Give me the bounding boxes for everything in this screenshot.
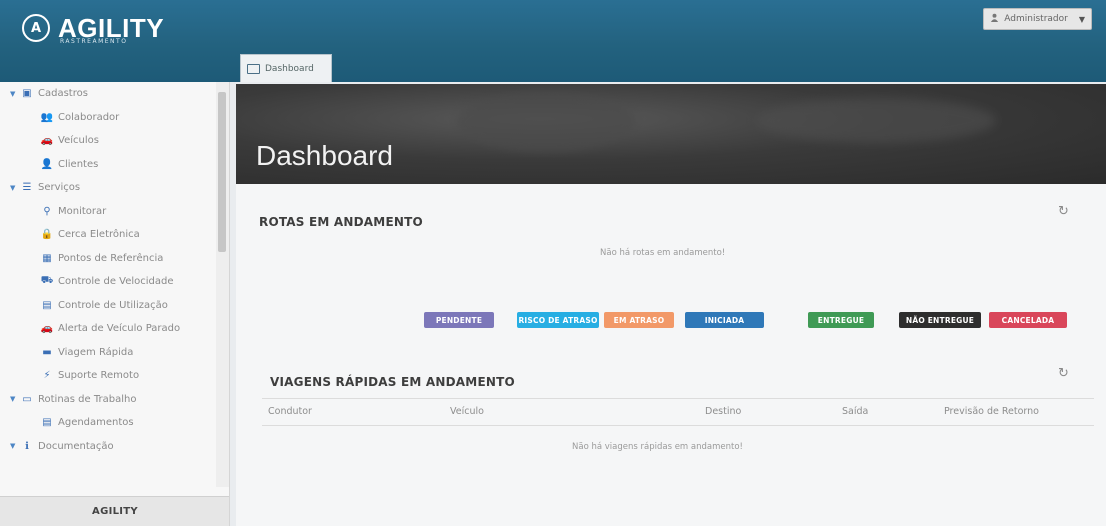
chevron-down-icon: ▼	[10, 89, 16, 98]
sidebar-item[interactable]: ⚲ Monitorar	[0, 200, 215, 224]
sidebar-item-label: Alerta de Veículo Parado	[58, 323, 181, 335]
sidebar-item-label: Suporte Remoto	[58, 370, 140, 382]
refresh-icon[interactable]: ↻	[1058, 366, 1069, 381]
sidebar-item[interactable]: ⚡ Suporte Remoto	[0, 364, 215, 388]
car-icon: 🚗	[40, 135, 54, 147]
sidebar-item-label: Colaborador	[58, 111, 120, 123]
page-banner: Dashboard	[236, 84, 1106, 184]
info-icon: ℹ	[25, 440, 29, 452]
sidebar-item[interactable]: 🚗 Veículos	[0, 129, 215, 153]
chevron-down-icon: ▼	[1078, 14, 1085, 24]
logo-subtitle: RASTREAMENTO	[60, 38, 128, 45]
building-icon: ▦	[42, 252, 52, 264]
tab-label: Dashboard	[265, 63, 314, 74]
tab-dashboard[interactable]: Dashboard	[240, 54, 332, 82]
sidebar-scrollbar[interactable]	[216, 82, 229, 487]
sidebar-item-label: Documentação	[38, 440, 114, 452]
users-icon: 👤	[40, 158, 54, 170]
map-marker-icon: ⚲	[43, 205, 51, 217]
column-header-condutor[interactable]: Condutor	[262, 406, 444, 417]
sidebar-group[interactable]: ▼ ▣ Cadastros	[0, 82, 215, 106]
sidebar-item[interactable]: 👥 Colaborador	[0, 106, 215, 130]
briefcase-icon: ▬	[42, 346, 52, 358]
status-legend-badge: ENTREGUE	[808, 312, 874, 328]
sidebar-item-label: Veículos	[58, 135, 99, 147]
sidebar-group[interactable]: ▼ ▭ Rotinas de Trabalho	[0, 388, 215, 412]
road-icon: ⛟	[40, 275, 54, 287]
sidebar-item-label: Rotinas de Trabalho	[38, 393, 137, 405]
status-legend-badge: INICIADA	[685, 312, 764, 328]
dashboard-content	[236, 184, 1106, 526]
chevron-down-icon: ▼	[10, 442, 16, 451]
sidebar-item-label: Pontos de Referência	[58, 252, 164, 264]
viagens-section-title: VIAGENS RÁPIDAS EM ANDAMENTO	[270, 375, 515, 389]
calendar-icon: ▤	[42, 417, 52, 429]
status-legend-badge: PENDENTE	[424, 312, 494, 328]
sidebar-item[interactable]: 🚗 Alerta de Veículo Parado	[0, 317, 215, 341]
lock-icon: 🔒	[40, 229, 54, 241]
sidebar-item[interactable]: ▤ Controle de Utilização	[0, 294, 215, 318]
status-legend-badge: NÃO ENTREGUE	[899, 312, 981, 328]
sidebar-item-label: Viagem Rápida	[58, 346, 134, 358]
user-name: Administrador	[1004, 14, 1068, 24]
sidebar-item[interactable]: ▬ Viagem Rápida	[0, 341, 215, 365]
sidebar-item-label: Serviços	[38, 182, 81, 194]
sidebar-item[interactable]: 👤 Clientes	[0, 153, 215, 177]
scrollbar-thumb[interactable]	[218, 92, 226, 252]
sidebar-group[interactable]: ▼ ☰ Serviços	[0, 176, 215, 200]
column-header-destino[interactable]: Destino	[699, 406, 836, 417]
folder-icon: ▭	[22, 393, 32, 405]
table-header: Condutor Veículo Destino Saída Previsão …	[262, 398, 1094, 426]
refresh-icon[interactable]: ↻	[1058, 204, 1069, 219]
sidebar-item-label: Controle de Utilização	[58, 299, 168, 311]
table-icon: ▣	[22, 88, 32, 100]
sidebar-footer: AGILITY	[0, 496, 229, 526]
viagens-empty-message: Não há viagens rápidas em andamento!	[572, 442, 743, 452]
top-bar: A AGILITY RASTREAMENTO Administrador ▼	[0, 0, 1106, 82]
column-header-veiculo[interactable]: Veículo	[444, 406, 699, 417]
sidebar-item-label: Cadastros	[38, 88, 88, 100]
agility-logo-icon: A	[22, 14, 50, 42]
column-header-previsao[interactable]: Previsão de Retorno	[938, 406, 1094, 417]
sidebar-item-label: Agendamentos	[58, 417, 134, 429]
sidebar-item-label: Clientes	[58, 158, 99, 170]
sidebar-item[interactable]: ▤ Agendamentos	[0, 411, 215, 435]
rotas-empty-message: Não há rotas em andamento!	[600, 248, 726, 258]
chevron-down-icon: ▼	[10, 183, 16, 192]
sidebar-item[interactable]: ⛟ Controle de Velocidade	[0, 270, 215, 294]
page-title: Dashboard	[256, 140, 393, 171]
status-legend-badge: RISCO DE ATRASO	[517, 312, 599, 328]
map-decoration	[456, 92, 636, 152]
sidebar-item[interactable]: 🔒 Cerca Eletrônica	[0, 223, 215, 247]
sidebar-item-label: Cerca Eletrônica	[58, 229, 140, 241]
sidebar-menu: ▼ ▣ Cadastros 👥 Colaborador 🚗 Veículos 👤 Cliente…	[0, 82, 215, 458]
chevron-down-icon: ▼	[10, 395, 16, 404]
user-group-icon: 👥	[40, 111, 54, 123]
status-legend-badge: CANCELADA	[989, 312, 1067, 328]
car-icon: 🚗	[40, 323, 54, 335]
user-icon	[990, 13, 999, 25]
sidebar-item-label: Monitorar	[58, 205, 107, 217]
column-header-saida[interactable]: Saída	[836, 406, 938, 417]
list-icon: ☰	[22, 182, 32, 194]
user-menu-button[interactable]: Administrador ▼	[983, 8, 1092, 30]
sidebar-item[interactable]: ▦ Pontos de Referência	[0, 247, 215, 271]
monitor-icon	[247, 63, 260, 74]
viagens-table: Condutor Veículo Destino Saída Previsão …	[262, 398, 1094, 426]
calendar-icon: ▤	[42, 299, 52, 311]
map-decoration	[756, 98, 996, 143]
sidebar-group[interactable]: ▼ ℹ Documentação	[0, 435, 215, 459]
status-legend-badge: EM ATRASO	[604, 312, 674, 328]
sidebar: ▼ ▣ Cadastros 👥 Colaborador 🚗 Veículos 👤 Cliente…	[0, 82, 230, 526]
sidebar-item-label: Controle de Velocidade	[58, 276, 174, 288]
signal-icon: ⚡	[43, 370, 51, 382]
rotas-section-title: ROTAS EM ANDAMENTO	[259, 215, 423, 229]
